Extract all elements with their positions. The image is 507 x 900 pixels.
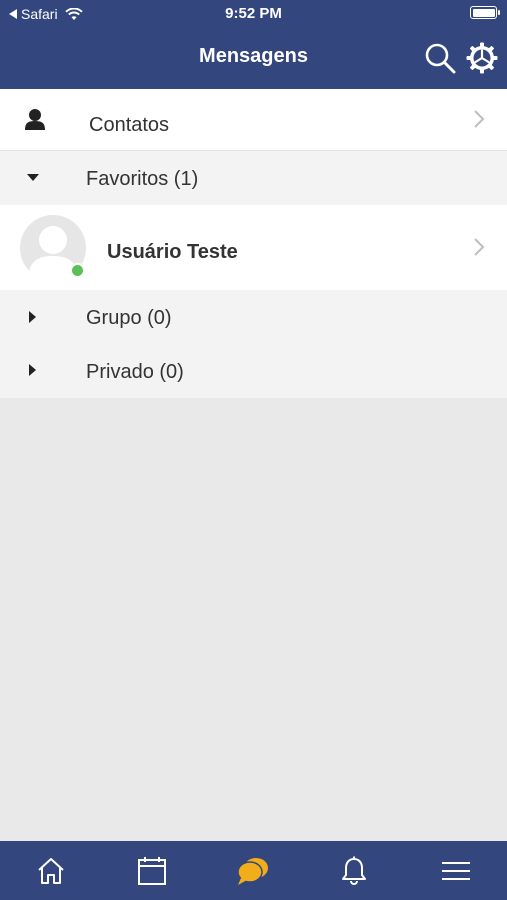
chevron-right-icon [474, 238, 485, 256]
group-section-header[interactable]: Grupo (0) [0, 290, 507, 344]
caret-right-icon [29, 364, 36, 376]
app-header: Safari 9:52 PM Mensagens [0, 0, 507, 89]
contacts-row[interactable]: Contatos [0, 89, 507, 151]
caret-down-icon [27, 174, 39, 181]
calendar-icon [138, 856, 166, 885]
caret-right-icon [29, 311, 36, 323]
search-icon[interactable] [424, 42, 456, 74]
tab-home[interactable] [1, 841, 101, 900]
chevron-right-icon [474, 110, 485, 128]
favorites-label: Favoritos (1) [86, 168, 199, 190]
tab-notifications[interactable] [304, 841, 404, 900]
private-label: Privado (0) [86, 361, 184, 383]
menu-icon [442, 861, 470, 880]
empty-content-area [0, 398, 507, 841]
tab-calendar[interactable] [102, 841, 202, 900]
status-bar: Safari 9:52 PM [0, 0, 507, 28]
private-section-header[interactable]: Privado (0) [0, 344, 507, 398]
chat-icon [237, 857, 268, 885]
group-label: Grupo (0) [86, 307, 172, 329]
tab-menu[interactable] [406, 841, 506, 900]
contacts-label: Contatos [89, 114, 170, 136]
settings-gear-icon[interactable] [466, 42, 498, 74]
home-icon [38, 857, 64, 884]
online-status-dot [70, 263, 85, 278]
favorites-section-header[interactable]: Favoritos (1) [0, 151, 507, 205]
battery-icon [470, 6, 500, 19]
contact-name: Usuário Teste [107, 241, 238, 263]
person-icon [25, 109, 45, 130]
status-time: 9:52 PM [225, 5, 282, 22]
bottom-tab-bar [0, 841, 507, 900]
bell-icon [342, 856, 366, 885]
tab-messages[interactable] [203, 841, 303, 900]
